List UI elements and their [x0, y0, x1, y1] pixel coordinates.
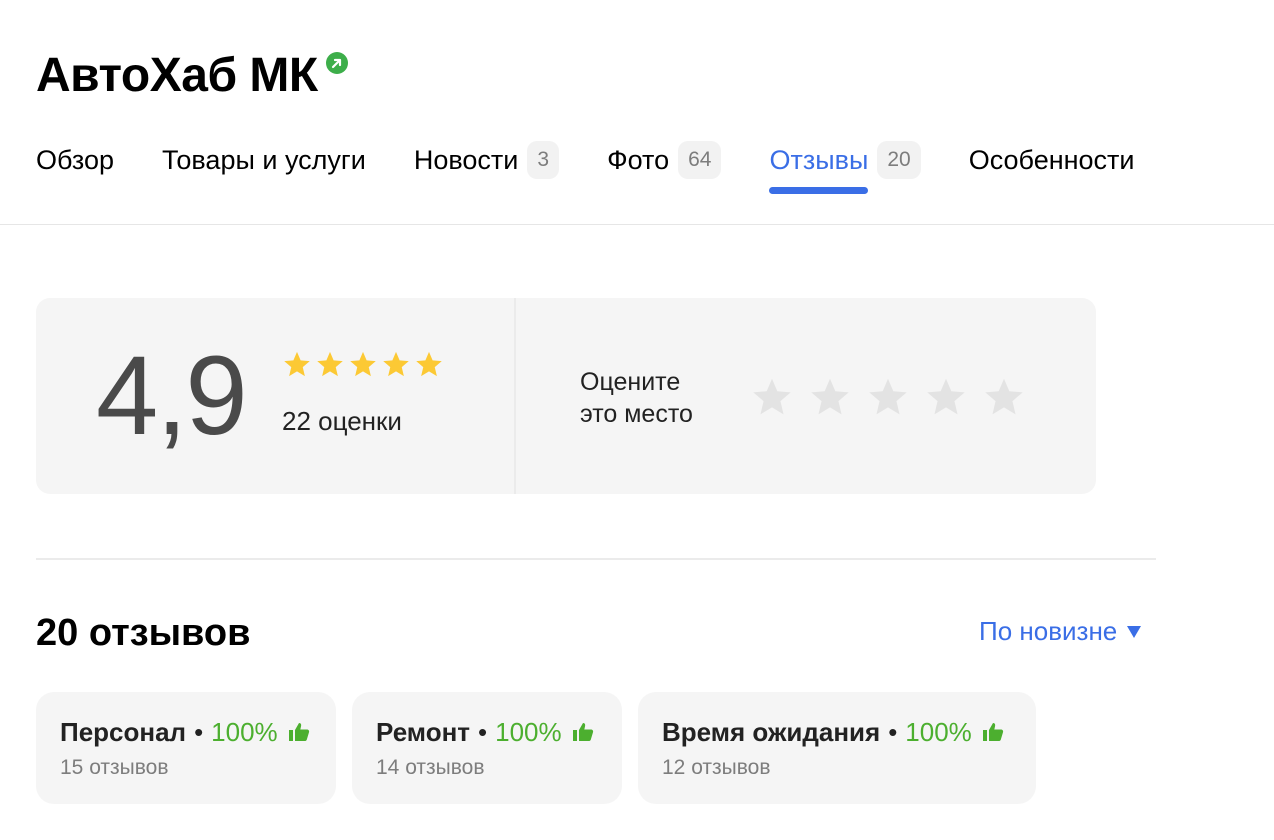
rate-prompt-line2: это место — [580, 400, 693, 428]
rate-prompt-line1: Оцените — [580, 368, 681, 396]
aspect-review-count: 15 отзывов — [60, 756, 169, 779]
tab-photo[interactable]: Фото 64 — [607, 132, 722, 188]
aspect-chips: Персонал • 100% 15 отзывов Ремонт • 100%… — [36, 692, 1052, 804]
aspect-chip-waiting-time[interactable]: Время ожидания • 100% 12 отзывов — [638, 692, 1036, 804]
star-empty-icon[interactable] — [750, 376, 794, 420]
tab-reviews[interactable]: Отзывы 20 — [769, 132, 921, 194]
star-filled-icon — [317, 351, 343, 377]
tab-count-badge: 3 — [527, 141, 560, 179]
aspect-chip-staff[interactable]: Персонал • 100% 15 отзывов — [36, 692, 336, 804]
triangle-down-icon — [1127, 625, 1142, 638]
rating-count: 22 оценки — [282, 406, 402, 436]
thumbs-up-icon — [288, 723, 309, 741]
aspect-review-count: 14 отзывов — [376, 756, 485, 779]
aspect-percent: 100% — [211, 717, 278, 747]
star-filled-icon — [350, 351, 376, 377]
tab-underline — [769, 187, 869, 194]
star-empty-icon[interactable] — [866, 376, 910, 420]
aspect-chip-repair[interactable]: Ремонт • 100% 14 отзывов — [352, 692, 622, 804]
tab-label: Новости — [413, 145, 519, 175]
sort-label: По новизне — [979, 616, 1118, 646]
separator-dot: • — [888, 717, 898, 747]
star-filled-icon — [383, 351, 409, 377]
separator-dot: • — [478, 717, 488, 747]
tab-label: Отзывы — [769, 145, 869, 175]
verified-arrow-icon[interactable] — [325, 52, 348, 74]
tab-features[interactable]: Особенности — [969, 132, 1135, 188]
rate-stars-input[interactable] — [750, 376, 1040, 420]
reviews-count-title: 20 отзывов — [36, 612, 251, 654]
separator-dot: • — [194, 717, 204, 747]
rating-value: 4,9 — [96, 333, 248, 458]
rating-card: 4,9 22 оценки Оцените это место — [36, 298, 1096, 494]
rate-prompt: Оцените это место — [580, 366, 693, 430]
sort-dropdown[interactable]: По новизне — [979, 616, 1142, 647]
star-filled-icon — [284, 351, 310, 377]
thumbs-up-icon — [572, 723, 593, 741]
aspect-name: Ремонт — [376, 717, 471, 747]
tab-label: Фото — [607, 145, 670, 175]
tab-bar: Обзор Товары и услуги Новости 3 Фото 64 … — [36, 132, 1183, 194]
aspect-review-count: 12 отзывов — [662, 756, 771, 779]
rating-stars — [282, 350, 447, 380]
tab-goods-services[interactable]: Товары и услуги — [162, 132, 366, 188]
header: АвтоХаб МК — [36, 46, 348, 106]
aspect-percent: 100% — [495, 717, 562, 747]
star-filled-icon — [416, 351, 442, 377]
tab-count-badge: 20 — [877, 141, 921, 179]
section-divider — [36, 558, 1156, 560]
star-empty-icon[interactable] — [982, 376, 1026, 420]
star-empty-icon[interactable] — [924, 376, 968, 420]
tab-label: Товары и услуги — [161, 145, 366, 175]
aspect-percent: 100% — [905, 717, 972, 747]
tab-count-badge: 64 — [678, 141, 722, 179]
star-empty-icon[interactable] — [808, 376, 852, 420]
aspect-name: Персонал — [60, 717, 187, 747]
tab-label: Особенности — [968, 145, 1135, 175]
page-title: АвтоХаб МК — [36, 49, 318, 102]
aspect-name: Время ожидания — [662, 717, 881, 747]
thumbs-up-icon — [982, 723, 1003, 741]
tab-label: Обзор — [36, 145, 114, 175]
tab-overview[interactable]: Обзор — [36, 132, 114, 188]
tab-news[interactable]: Новости 3 — [413, 132, 560, 188]
tabs-divider — [0, 224, 1274, 225]
card-divider — [514, 298, 516, 494]
